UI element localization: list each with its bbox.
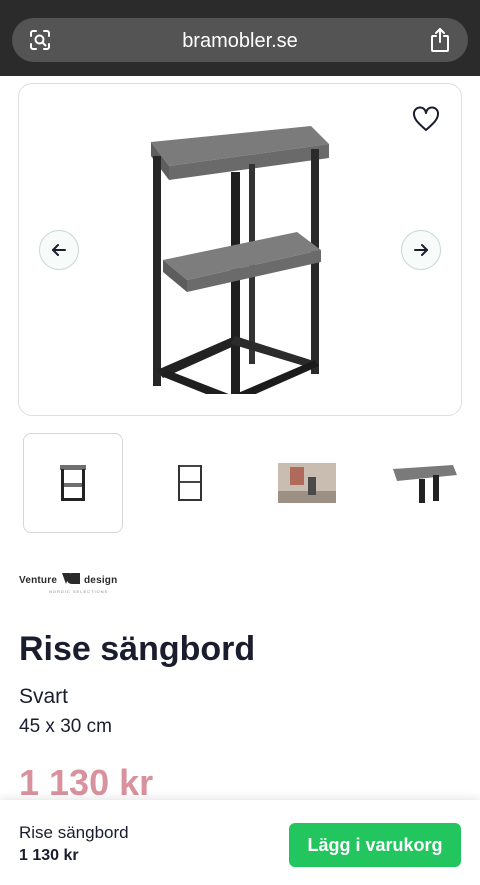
thumbnail-image [178,465,202,501]
brand-mark: design [84,575,118,586]
address-bar[interactable]: bramobler.se [12,18,468,62]
next-image-button[interactable] [401,230,441,270]
arrow-right-icon [414,244,428,256]
product-title: Rise sängbord [19,630,256,668]
share-icon[interactable] [428,27,452,53]
thumbnail-image [393,465,457,503]
sticky-product-price: 1 130 kr [19,847,79,864]
product-variant: Svart [19,685,69,708]
product-image-gallery[interactable] [18,83,462,416]
previous-image-button[interactable] [39,230,79,270]
sticky-product-name: Rise sängbord [19,823,129,842]
add-to-cart-button[interactable]: Lägg i varukorg [289,823,461,867]
url-text: bramobler.se [182,30,298,52]
thumbnail-1[interactable] [23,433,123,533]
arrow-left-icon [52,244,66,256]
thumbnail-strip [0,433,480,533]
heart-icon[interactable] [411,104,441,134]
brand-tagline: NORDIC SELECTIONS [49,589,109,594]
brand-name: Venture [19,575,58,586]
thumbnail-4[interactable] [375,433,475,533]
thumbnail-2[interactable] [140,433,240,533]
product-image [151,126,329,394]
product-price: 1 130 kr [19,762,154,803]
thumbnail-image [278,463,336,503]
product-dimensions: 45 x 30 cm [19,716,112,737]
brand-logo[interactable]: Venture design NORDIC SELECTIONS [19,570,119,598]
thumbnail-3[interactable] [257,433,357,533]
browser-top-bar: bramobler.se [0,0,480,76]
sticky-add-to-cart-bar: Rise sängbord 1 130 kr Lägg i varukorg [0,800,480,885]
thumbnail-image [60,465,86,501]
brand-mark-icon [61,573,80,585]
